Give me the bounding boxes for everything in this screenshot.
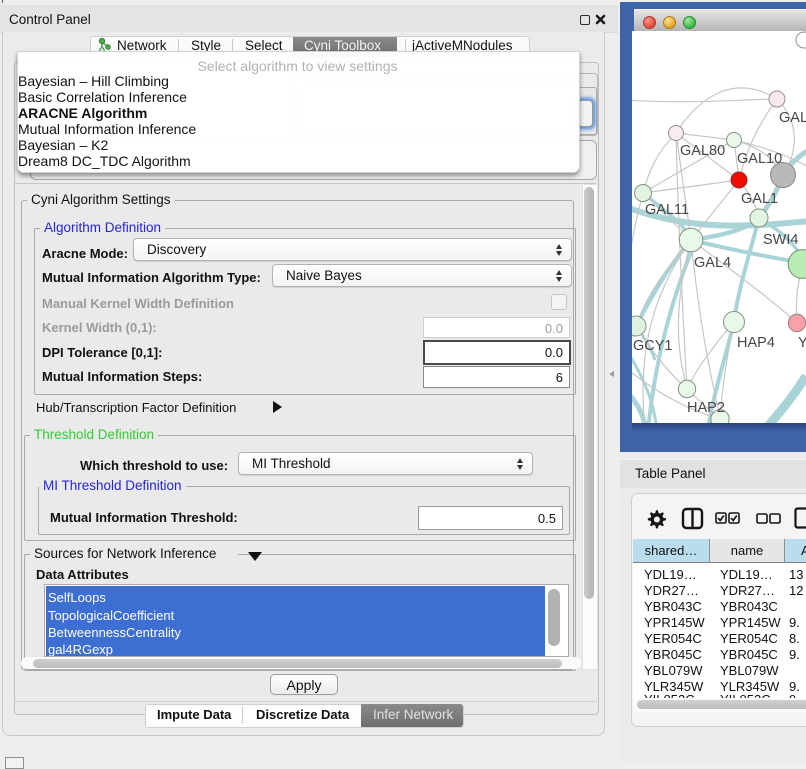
svg-text:GCY1: GCY1 (633, 338, 673, 354)
svg-text:GAL2: GAL2 (779, 110, 806, 126)
svg-text:GAL4: GAL4 (694, 255, 731, 271)
svg-text:GAL10: GAL10 (737, 151, 782, 167)
svg-text:HAP2: HAP2 (687, 400, 725, 416)
svg-text:GAL11: GAL11 (645, 202, 689, 218)
svg-text:YD: YD (798, 335, 806, 351)
svg-text:HAP4: HAP4 (737, 335, 775, 351)
svg-text:GAL1: GAL1 (741, 191, 778, 207)
svg-text:SWI4: SWI4 (763, 232, 798, 248)
svg-text:GAL80: GAL80 (680, 143, 725, 159)
